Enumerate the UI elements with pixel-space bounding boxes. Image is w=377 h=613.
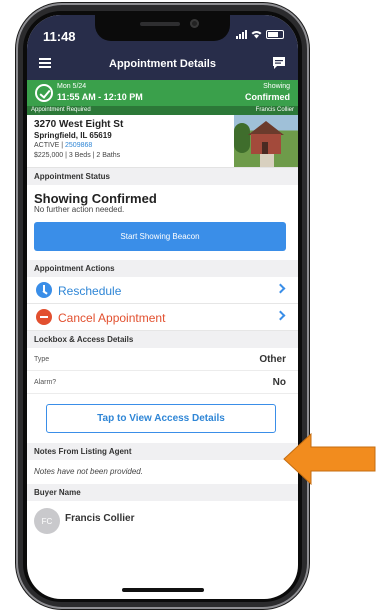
- status-time: 11:48: [43, 29, 76, 44]
- alarm-label: Alarm?: [34, 379, 57, 386]
- showing-status-block: Showing Confirmed No further action need…: [27, 185, 298, 251]
- start-showing-beacon-button[interactable]: Start Showing Beacon: [34, 222, 286, 251]
- cancel-appointment-row[interactable]: Cancel Appointment: [27, 304, 298, 331]
- appointment-date: Mon 5/24: [57, 83, 87, 90]
- avatar: FC: [34, 508, 60, 534]
- home-indicator[interactable]: [122, 588, 204, 592]
- section-lockbox: Lockbox & Access Details: [27, 331, 298, 348]
- listing-city: Springfield, IL 65619: [34, 131, 112, 140]
- battery-icon: [266, 30, 284, 39]
- alarm-value: No: [272, 377, 286, 388]
- appointment-time: 11:55 AM - 12:10 PM: [57, 92, 143, 102]
- listing-status: ACTIVE | 2509868: [34, 142, 93, 149]
- appointment-subbanner: Appointment Required Francis Collier: [27, 106, 298, 115]
- chevron-right-icon: [275, 310, 286, 321]
- phone-notch: [95, 15, 230, 41]
- listing-photo[interactable]: [234, 115, 298, 167]
- alarm-row: Alarm? No: [27, 371, 298, 394]
- section-appointment-status: Appointment Status: [27, 168, 298, 185]
- listing-summary[interactable]: 3270 West Eight St Springfield, IL 65619…: [27, 115, 298, 168]
- listing-status-text: ACTIVE: [34, 142, 60, 149]
- view-access-details-button[interactable]: Tap to View Access Details: [46, 404, 276, 433]
- mls-number[interactable]: 2509868: [65, 142, 92, 149]
- appointment-required-label: Appointment Required: [31, 107, 91, 113]
- notes-text: Notes have not been provided.: [34, 467, 143, 476]
- listing-info: $225,000 | 3 Beds | 2 Baths: [34, 152, 121, 159]
- showing-label: Showing: [263, 83, 290, 90]
- check-circle-icon: [35, 84, 53, 102]
- lockbox-type-row: Type Other: [27, 348, 298, 371]
- showing-status-title: Showing Confirmed: [34, 191, 157, 206]
- status-icons: [236, 30, 284, 39]
- chat-icon[interactable]: [273, 57, 285, 69]
- lockbox-type-label: Type: [34, 356, 50, 363]
- section-appointment-actions: Appointment Actions: [27, 260, 298, 277]
- buyer-name: Francis Collier: [65, 513, 135, 524]
- cancel-icon: [36, 309, 52, 325]
- reschedule-row[interactable]: Reschedule: [27, 277, 298, 304]
- status-badge: Confirmed: [245, 92, 290, 102]
- showing-status-subtitle: No further action needed.: [34, 205, 125, 214]
- agent-name: Francis Collier: [255, 107, 294, 113]
- listing-address: 3270 West Eight St: [34, 119, 124, 130]
- lockbox-type-value: Other: [259, 354, 286, 365]
- cancel-appointment-label: Cancel Appointment: [58, 311, 166, 325]
- wifi-icon: [251, 31, 262, 39]
- section-notes: Notes From Listing Agent: [27, 443, 298, 460]
- access-details-area: Tap to View Access Details: [27, 394, 298, 443]
- buyer-row[interactable]: FC Francis Collier: [27, 501, 298, 541]
- chevron-right-icon: [275, 283, 286, 294]
- appointment-banner: Mon 5/24 11:55 AM - 12:10 PM Showing Con…: [27, 80, 298, 106]
- app-screen: 11:48 Appointment Details Mon 5/24 11:55…: [27, 15, 298, 599]
- section-buyer: Buyer Name: [27, 484, 298, 501]
- reschedule-label: Reschedule: [58, 284, 122, 298]
- arrow-callout-icon: [283, 433, 376, 485]
- clock-icon: [36, 282, 52, 298]
- page-title: Appointment Details: [109, 58, 216, 70]
- signal-icon: [236, 30, 247, 39]
